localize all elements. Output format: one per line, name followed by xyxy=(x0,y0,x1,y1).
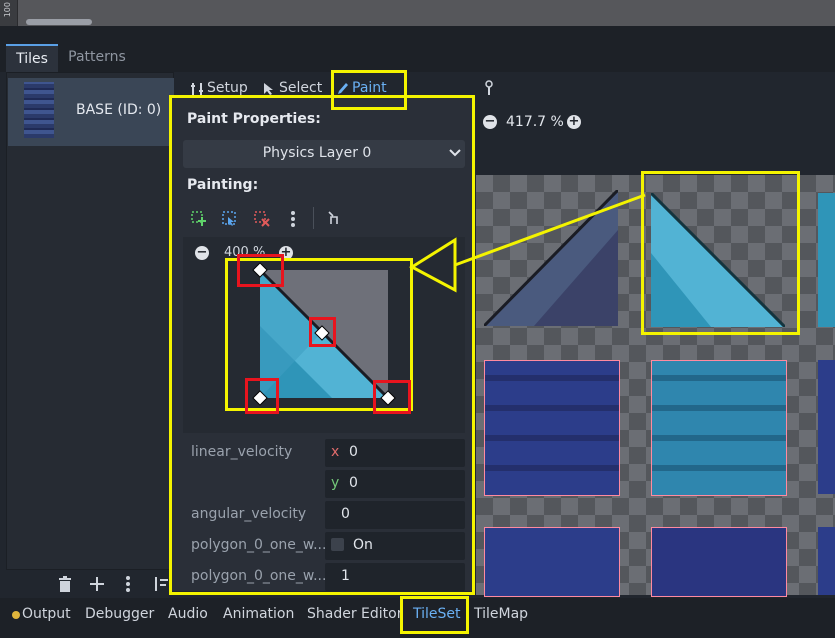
atlas-tile-bottom-3[interactable] xyxy=(818,527,835,595)
add-source-icon[interactable] xyxy=(88,575,106,593)
zoom-out-button[interactable]: − xyxy=(483,115,497,129)
select-button[interactable]: Select xyxy=(279,80,322,96)
highlight-point-top xyxy=(237,254,284,287)
status-dot-icon xyxy=(12,611,20,619)
sort-icon[interactable] xyxy=(152,575,170,593)
picker-icon[interactable] xyxy=(484,80,494,96)
viewport-strip xyxy=(0,0,835,26)
more-options-icon[interactable] xyxy=(122,575,134,593)
bottom-tab-tilemap[interactable]: TileMap xyxy=(474,606,528,622)
bottom-tab-output[interactable]: Output xyxy=(22,606,71,622)
source-thumbnail xyxy=(24,82,54,138)
ruler-label: 100 xyxy=(3,2,12,18)
source-list-panel xyxy=(6,72,174,570)
atlas-tile-bottom-2[interactable] xyxy=(651,527,787,597)
atlas-tile-brick-dark[interactable] xyxy=(484,360,620,496)
highlight-selected-tile xyxy=(641,171,800,335)
atlas-tile-bottom-1[interactable] xyxy=(484,527,620,597)
cursor-icon xyxy=(264,83,273,95)
setup-button[interactable]: Setup xyxy=(207,80,248,96)
highlight-tileset-tab xyxy=(400,596,469,634)
tab-tiles[interactable]: Tiles xyxy=(6,44,58,74)
bottom-tab-shader-editor[interactable]: Shader Editor xyxy=(307,606,402,622)
horizontal-scrollbar[interactable] xyxy=(26,19,92,25)
highlight-point-bottom-right xyxy=(373,380,411,414)
bottom-tab-audio[interactable]: Audio xyxy=(168,606,208,622)
annotation-arrow xyxy=(409,193,646,293)
zoom-level: 417.7 % xyxy=(506,114,564,130)
source-item-label: BASE (ID: 0) xyxy=(76,102,162,118)
highlight-point-middle xyxy=(309,317,336,347)
atlas-tile-partial-2[interactable] xyxy=(818,360,835,494)
atlas-tile-partial[interactable] xyxy=(818,193,835,327)
wrench-icon xyxy=(191,83,203,95)
bottom-tab-animation[interactable]: Animation xyxy=(223,606,294,622)
highlight-point-bottom-left xyxy=(245,378,279,414)
delete-icon[interactable] xyxy=(56,575,74,593)
zoom-in-button[interactable]: + xyxy=(567,115,581,129)
tab-patterns[interactable]: Patterns xyxy=(58,44,136,72)
bottom-tab-debugger[interactable]: Debugger xyxy=(85,606,154,622)
atlas-tile-brick-blue[interactable] xyxy=(651,360,787,496)
separator xyxy=(0,26,835,40)
